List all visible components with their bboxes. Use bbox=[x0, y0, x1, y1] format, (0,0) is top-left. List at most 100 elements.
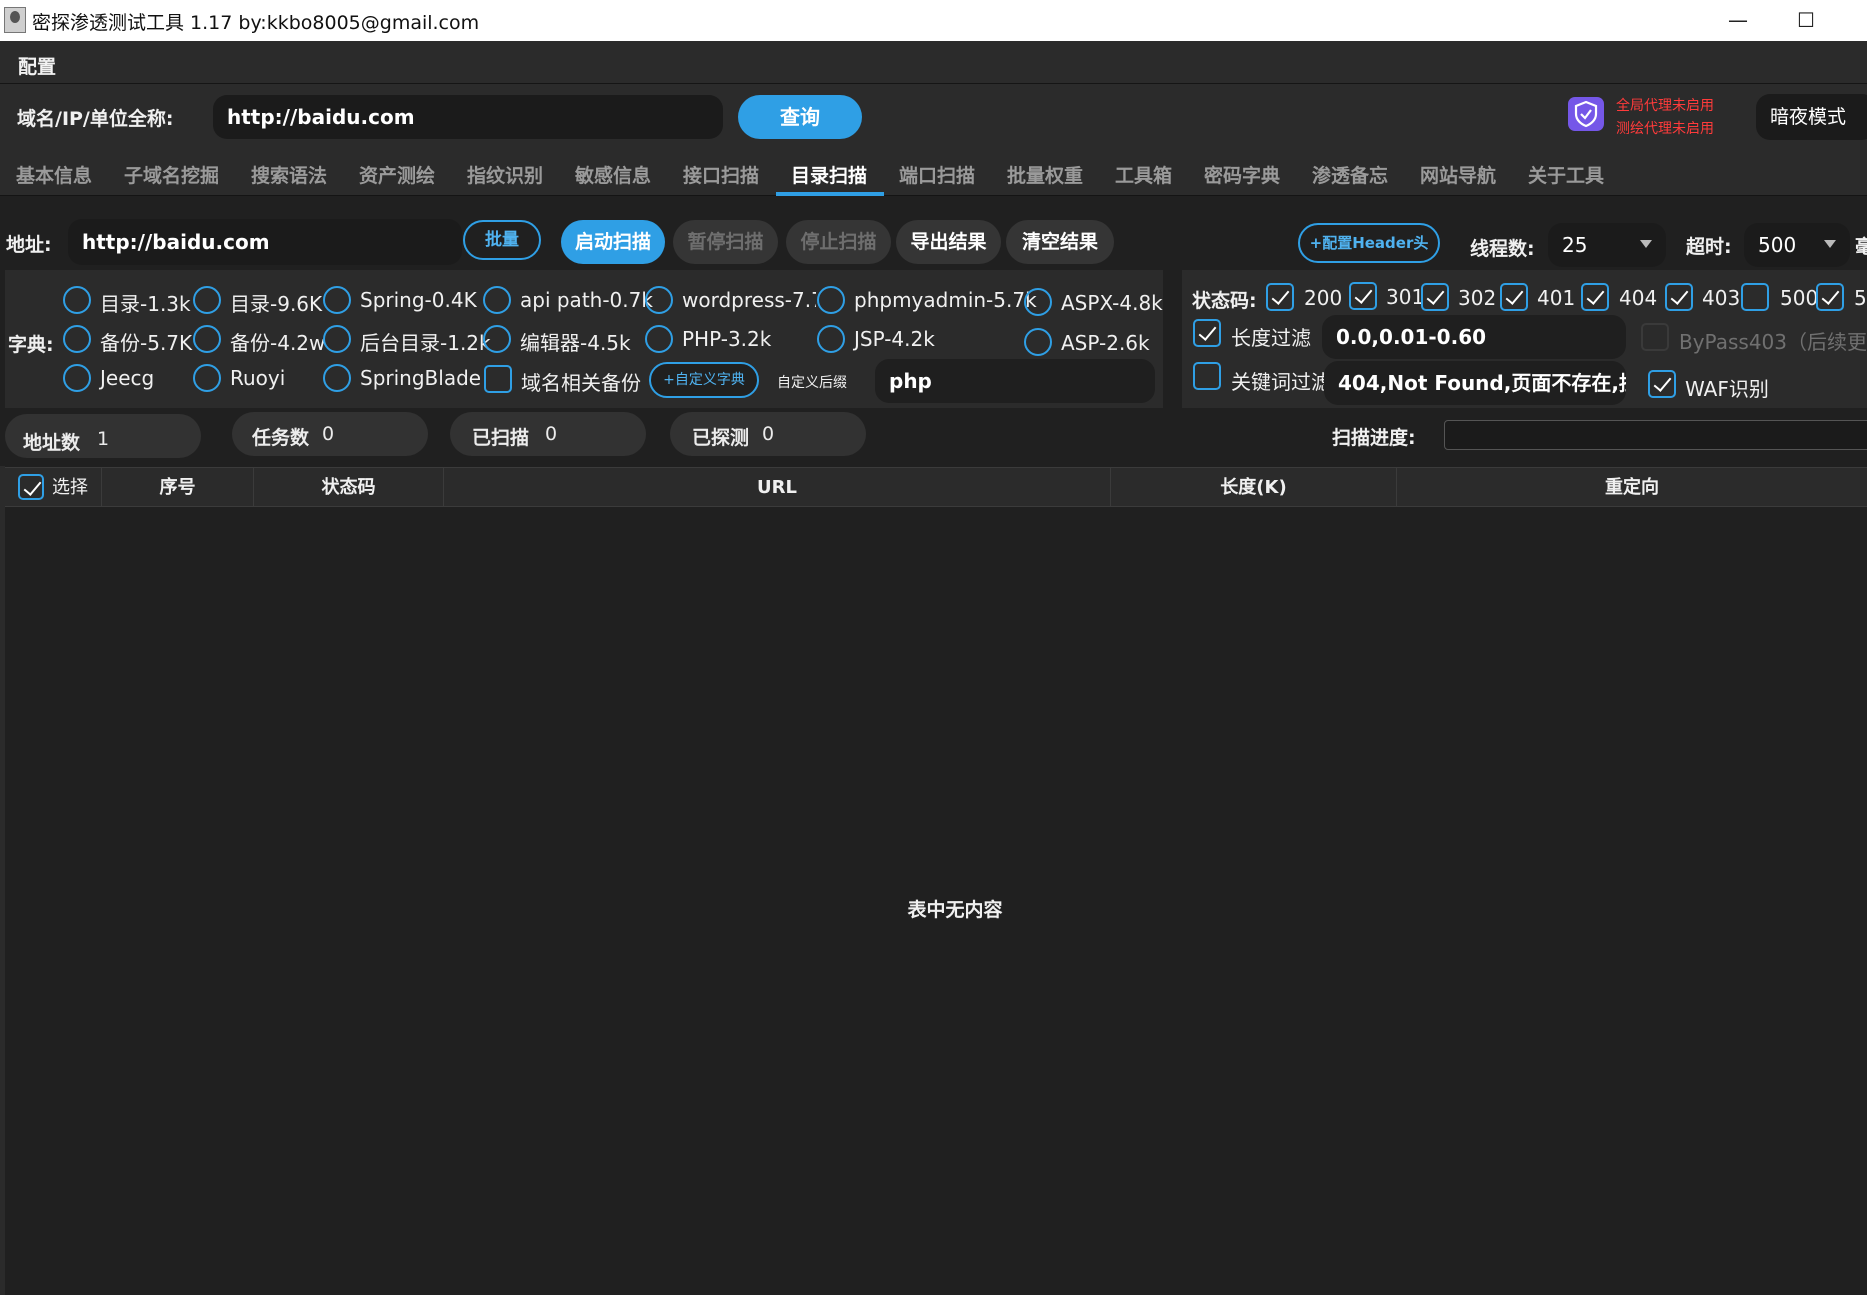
tab-fingerprint[interactable]: 指纹识别 bbox=[467, 161, 543, 188]
dict-option-2: Spring-0.4K bbox=[360, 288, 477, 312]
dark-mode-select[interactable]: 暗夜模式 bbox=[1756, 94, 1867, 140]
status-301-checkbox[interactable] bbox=[1349, 282, 1377, 310]
tab-basic-info[interactable]: 基本信息 bbox=[16, 161, 92, 188]
dict-option-7: 备份-5.7K bbox=[100, 331, 193, 355]
radio-dict-14[interactable] bbox=[63, 364, 91, 392]
status-301-label: 301 bbox=[1386, 285, 1425, 309]
dict-option-16: SpringBlade bbox=[360, 366, 482, 390]
radio-dict-8[interactable] bbox=[193, 325, 221, 353]
tab-about[interactable]: 关于工具 bbox=[1528, 161, 1604, 188]
threads-select[interactable]: 25 bbox=[1548, 223, 1666, 267]
tab-port-scan[interactable]: 端口扫描 bbox=[899, 161, 975, 188]
query-input[interactable]: http://baidu.com bbox=[213, 95, 723, 139]
radio-dict-13[interactable] bbox=[1024, 328, 1052, 356]
column-redirect[interactable]: 重定向 bbox=[1397, 468, 1867, 508]
address-count-value: 1 bbox=[97, 428, 110, 450]
tab-toolbox[interactable]: 工具箱 bbox=[1115, 161, 1172, 188]
batch-button[interactable]: 批量 bbox=[463, 220, 541, 260]
status-404-label: 404 bbox=[1619, 286, 1658, 310]
timeout-select[interactable]: 500 bbox=[1744, 223, 1850, 267]
length-filter-label: 长度过滤 bbox=[1231, 326, 1311, 350]
keyword-filter-label: 关键词过滤 bbox=[1231, 370, 1331, 394]
keyword-filter-input[interactable]: 404,Not Found,页面不存在,拦 bbox=[1324, 361, 1626, 405]
config-header-button[interactable]: +配置Header头 bbox=[1298, 223, 1440, 263]
task-count-label: 任务数 bbox=[252, 427, 310, 449]
custom-suffix-input[interactable]: php bbox=[875, 359, 1155, 403]
radio-dict-15[interactable] bbox=[193, 364, 221, 392]
radio-dict-1[interactable] bbox=[193, 286, 221, 314]
status-200-label: 200 bbox=[1304, 286, 1343, 310]
waf-checkbox[interactable] bbox=[1648, 370, 1676, 398]
chevron-down-icon bbox=[1824, 240, 1836, 248]
dict-option-5: phpmyadmin-5.7k bbox=[854, 288, 1037, 312]
column-length[interactable]: 长度(K) bbox=[1111, 468, 1397, 508]
tab-password-dict[interactable]: 密码字典 bbox=[1204, 161, 1280, 188]
clear-results-button[interactable]: 清空结果 bbox=[1006, 220, 1114, 264]
tab-site-nav[interactable]: 网站导航 bbox=[1420, 161, 1496, 188]
threads-label: 线程数: bbox=[1470, 238, 1535, 260]
domain-backup-checkbox[interactable] bbox=[484, 365, 512, 393]
status-5xx-checkbox[interactable] bbox=[1816, 283, 1844, 311]
status-302-checkbox[interactable] bbox=[1421, 283, 1449, 311]
radio-dict-6[interactable] bbox=[1024, 288, 1052, 316]
radio-dict-5[interactable] bbox=[817, 286, 845, 314]
query-button[interactable]: 查询 bbox=[738, 95, 862, 139]
radio-dict-11[interactable] bbox=[645, 325, 673, 353]
dict-option-15: Ruoyi bbox=[230, 366, 286, 390]
tab-batch-weight[interactable]: 批量权重 bbox=[1007, 161, 1083, 188]
status-404-checkbox[interactable] bbox=[1581, 283, 1609, 311]
status-401-checkbox[interactable] bbox=[1500, 283, 1528, 311]
detected-count-value: 0 bbox=[762, 423, 775, 445]
maximize-button[interactable]: ☐ bbox=[1778, 0, 1834, 41]
radio-dict-16[interactable] bbox=[323, 364, 351, 392]
status-500-checkbox[interactable] bbox=[1741, 283, 1769, 311]
stop-scan-button[interactable]: 停止扫描 bbox=[786, 220, 891, 264]
status-302-label: 302 bbox=[1458, 286, 1497, 310]
radio-dict-3[interactable] bbox=[483, 286, 511, 314]
radio-dict-7[interactable] bbox=[63, 325, 91, 353]
chevron-down-icon bbox=[1640, 240, 1652, 248]
query-label: 域名/IP/单位全称: bbox=[17, 108, 174, 130]
address-input[interactable]: http://baidu.com bbox=[68, 219, 462, 265]
keyword-filter-checkbox[interactable] bbox=[1193, 362, 1221, 390]
minimize-button[interactable]: — bbox=[1710, 0, 1766, 41]
length-filter-input[interactable]: 0.0,0.01-0.60 bbox=[1322, 315, 1626, 359]
column-status[interactable]: 状态码 bbox=[254, 468, 444, 508]
radio-dict-9[interactable] bbox=[323, 325, 351, 353]
tab-dir-scan[interactable]: 目录扫描 bbox=[791, 161, 867, 188]
radio-dict-0[interactable] bbox=[63, 286, 91, 314]
task-count-value: 0 bbox=[322, 423, 335, 445]
radio-dict-4[interactable] bbox=[645, 286, 673, 314]
start-scan-button[interactable]: 启动扫描 bbox=[561, 220, 665, 264]
tab-subdomain[interactable]: 子域名挖掘 bbox=[124, 161, 219, 188]
column-index[interactable]: 序号 bbox=[102, 468, 254, 508]
bypass403-checkbox[interactable] bbox=[1641, 323, 1669, 351]
empty-table-message: 表中无内容 bbox=[907, 899, 1003, 921]
export-results-button[interactable]: 导出结果 bbox=[896, 220, 1001, 264]
column-select-label: 选择 bbox=[52, 477, 88, 498]
custom-dict-button[interactable]: +自定义字典 bbox=[649, 362, 759, 398]
tab-asset-mapping[interactable]: 资产测绘 bbox=[359, 161, 435, 188]
shield-icon[interactable] bbox=[1568, 97, 1604, 131]
tab-sensitive-info[interactable]: 敏感信息 bbox=[575, 161, 651, 188]
status-403-checkbox[interactable] bbox=[1665, 283, 1693, 311]
column-url[interactable]: URL bbox=[444, 468, 1111, 508]
dict-option-11: PHP-3.2k bbox=[682, 327, 772, 351]
radio-dict-2[interactable] bbox=[323, 286, 351, 314]
timeout-label: 超时: bbox=[1686, 236, 1732, 258]
query-bar: 域名/IP/单位全称: http://baidu.com 查询 全局代理未启用 … bbox=[0, 84, 1867, 148]
shield-icon-svg bbox=[1574, 100, 1598, 128]
radio-dict-12[interactable] bbox=[817, 325, 845, 353]
select-all-checkbox[interactable] bbox=[18, 474, 44, 500]
pause-scan-button[interactable]: 暂停扫描 bbox=[673, 220, 778, 264]
column-select[interactable]: 选择 bbox=[5, 468, 102, 508]
tab-pentest-notes[interactable]: 渗透备忘 bbox=[1312, 161, 1388, 188]
length-filter-checkbox[interactable] bbox=[1193, 319, 1221, 347]
status-200-checkbox[interactable] bbox=[1266, 283, 1294, 311]
status-500-label: 500 bbox=[1780, 286, 1819, 310]
tab-search-syntax[interactable]: 搜索语法 bbox=[251, 161, 327, 188]
menu-config[interactable]: 配置 bbox=[18, 52, 56, 79]
tab-api-scan[interactable]: 接口扫描 bbox=[683, 161, 759, 188]
dict-option-12: JSP-4.2k bbox=[854, 327, 935, 351]
radio-dict-10[interactable] bbox=[483, 325, 511, 353]
